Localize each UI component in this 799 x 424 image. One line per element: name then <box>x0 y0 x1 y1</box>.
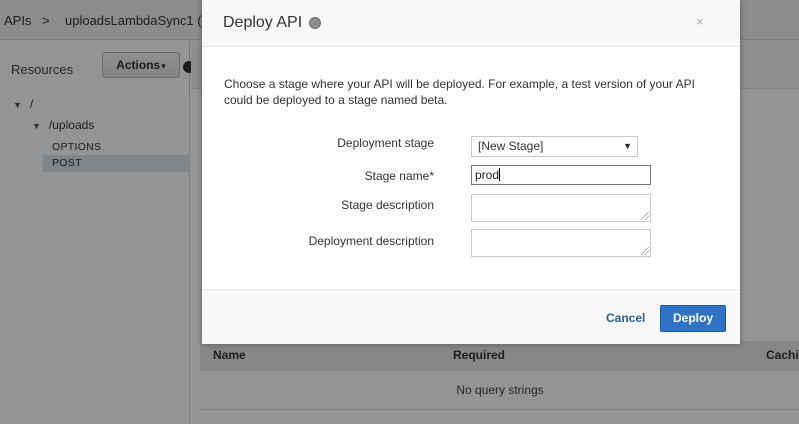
deployment-description-label: Deployment description <box>308 234 434 248</box>
info-icon[interactable] <box>309 17 321 29</box>
deployment-description-textarea[interactable] <box>471 229 651 257</box>
stage-description-textarea[interactable] <box>471 194 651 222</box>
stage-name-input[interactable]: prod <box>471 165 651 185</box>
resize-grip-icon[interactable] <box>641 247 649 255</box>
stage-name-value: prod <box>475 168 500 182</box>
stage-name-label: Stage name* <box>364 169 434 183</box>
deployment-stage-select[interactable]: [New Stage] ▼ <box>471 136 638 157</box>
dropdown-arrow-icon: ▼ <box>623 141 632 151</box>
deployment-stage-label: Deployment stage <box>337 136 434 150</box>
dialog-footer: Cancel Deploy <box>202 289 740 344</box>
dialog-header: Deploy API × <box>202 0 740 47</box>
resize-grip-icon[interactable] <box>641 212 649 220</box>
deployment-stage-value: [New Stage] <box>478 139 544 153</box>
deploy-api-dialog: Deploy API × Choose a stage where your A… <box>202 0 740 344</box>
text-cursor <box>499 168 501 181</box>
dialog-intro-text: Choose a stage where your API will be de… <box>224 77 695 107</box>
close-icon[interactable]: × <box>696 14 704 29</box>
cancel-button[interactable]: Cancel <box>606 311 645 325</box>
stage-description-label: Stage description <box>341 198 434 212</box>
deploy-button[interactable]: Deploy <box>660 305 726 332</box>
dialog-title: Deploy API <box>223 14 303 31</box>
